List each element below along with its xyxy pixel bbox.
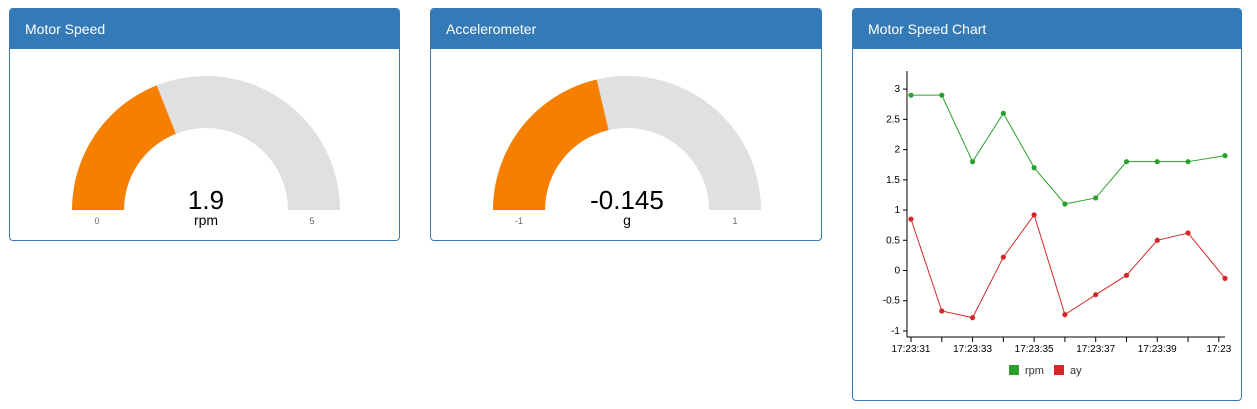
chart-legend: rpm ay — [1009, 365, 1082, 377]
x-tick-label: 17:23 — [1206, 344, 1231, 355]
y-tick-label: -0.5 — [883, 296, 901, 307]
series-point-ay — [1154, 237, 1160, 243]
y-tick-label: 1.5 — [886, 175, 900, 186]
series-point-rpm — [908, 92, 914, 98]
motor-speed-panel-body: 1.9 rpm 0 5 — [10, 49, 399, 240]
series-point-rpm — [1031, 165, 1037, 171]
motor-speed-line-chart: 3 2.5 2 1.5 1 0.5 0 -0.5 -1 17:23:31 17:23:33 17:23… — [883, 71, 1232, 377]
motor-speed-chart-panel-title: Motor Speed Chart — [853, 9, 1241, 49]
series-point-rpm — [1222, 153, 1228, 159]
series-point-rpm — [939, 92, 945, 98]
x-tick-label: 17:23:33 — [953, 344, 992, 355]
y-tick-label: 2.5 — [886, 114, 900, 125]
motor-speed-gauge-value: 1.9 — [188, 185, 224, 215]
series-point-rpm — [1000, 110, 1006, 116]
legend-swatch-rpm — [1009, 365, 1019, 375]
series-point-ay — [1093, 292, 1099, 298]
accelerometer-gauge-unit: g — [623, 212, 631, 228]
series-point-ay — [908, 216, 914, 222]
accelerometer-gauge-max-label: 1 — [732, 216, 737, 226]
motor-speed-gauge-max-label: 5 — [309, 216, 314, 226]
chart-axes: 3 2.5 2 1.5 1 0.5 0 -0.5 -1 17:23:31 17:23:33 17:23… — [883, 71, 1232, 355]
series-line-rpm — [911, 94, 1226, 205]
series-point-rpm — [1185, 159, 1191, 165]
series-point-ay — [1062, 312, 1068, 318]
legend-label-rpm: rpm — [1025, 365, 1044, 377]
legend-swatch-ay — [1054, 365, 1064, 375]
accelerometer-panel-body: -0.145 g -1 1 — [431, 49, 821, 240]
y-tick-label: -1 — [891, 326, 900, 337]
series-point-rpm — [1093, 195, 1099, 201]
motor-speed-gauge: 1.9 rpm 0 5 — [72, 76, 340, 228]
legend-label-ay: ay — [1070, 365, 1082, 377]
series-point-ay — [939, 308, 945, 314]
y-tick-label: 0 — [894, 266, 900, 277]
y-tick-label: 1 — [894, 205, 900, 216]
series-point-ay — [1000, 254, 1006, 260]
series-point-ay — [1185, 230, 1191, 236]
accelerometer-panel: Accelerometer -0.145 g -1 1 — [430, 8, 822, 241]
x-tick-label: 17:23:31 — [892, 344, 931, 355]
accelerometer-gauge-value: -0.145 — [590, 185, 664, 215]
accelerometer-panel-title: Accelerometer — [431, 9, 821, 49]
y-tick-label: 2 — [894, 145, 900, 156]
series-point-rpm — [1123, 159, 1130, 165]
motor-speed-chart-panel-body: 3 2.5 2 1.5 1 0.5 0 -0.5 -1 17:23:31 17:23:33 17:23… — [853, 49, 1241, 400]
motor-speed-panel: Motor Speed 1.9 rpm 0 5 — [9, 8, 400, 241]
motor-speed-gauge-fill — [72, 85, 176, 210]
series-point-rpm — [1062, 201, 1068, 207]
x-tick-label: 17:23:35 — [1015, 344, 1054, 355]
motor-speed-gauge-min-label: 0 — [94, 216, 99, 226]
series-point-ay — [1222, 275, 1228, 281]
series-line-ay — [910, 213, 1226, 319]
x-tick-label: 17:23:37 — [1076, 344, 1115, 355]
motor-speed-chart-panel: Motor Speed Chart 3 2.5 2 1.5 1 0.5 0 -0.5 -1 17:… — [852, 8, 1242, 401]
series-point-ay — [1123, 272, 1130, 278]
series-point-ay — [1031, 212, 1037, 218]
x-tick-label: 17:23:39 — [1138, 344, 1177, 355]
series-point-rpm — [1154, 159, 1160, 165]
chart-series — [908, 92, 1228, 321]
y-tick-label: 0.5 — [886, 235, 900, 246]
accelerometer-gauge: -0.145 g -1 1 — [493, 76, 761, 228]
motor-speed-panel-title: Motor Speed — [10, 9, 399, 49]
series-point-ay — [969, 315, 976, 321]
y-tick-label: 3 — [894, 84, 900, 95]
accelerometer-gauge-min-label: -1 — [515, 216, 523, 226]
motor-speed-gauge-unit: rpm — [194, 212, 218, 228]
series-point-rpm — [969, 159, 976, 165]
